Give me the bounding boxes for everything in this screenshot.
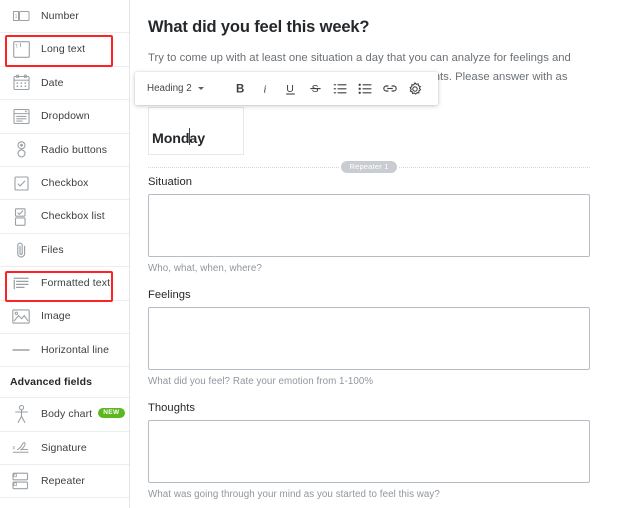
- checkbox-field-icon: [10, 172, 32, 194]
- sidebar-item-label: Checkbox list: [41, 210, 105, 223]
- svg-text:T: T: [15, 44, 18, 49]
- sidebar-item-body-chart[interactable]: Body chart NEW: [0, 398, 129, 432]
- svg-text:B: B: [236, 84, 244, 96]
- settings-gear-icon[interactable]: [403, 76, 428, 101]
- repeater-field-icon: [10, 470, 32, 492]
- date-field-icon: [10, 72, 32, 94]
- question-help-text: What was going through your mind as you …: [148, 489, 440, 500]
- sidebar-item-label: Number: [41, 9, 79, 22]
- svg-text:x: x: [12, 446, 15, 452]
- link-button[interactable]: [378, 76, 403, 101]
- sidebar-item-horizontal-line[interactable]: Horizontal line: [0, 333, 129, 368]
- svg-text:1: 1: [14, 14, 17, 20]
- sidebar-item-label: Dropdown: [41, 110, 90, 123]
- sidebar-item-radio-buttons[interactable]: Radio buttons: [0, 133, 129, 167]
- image-field-icon: [10, 306, 32, 328]
- advanced-fields-header: Advanced fields: [0, 367, 129, 399]
- thoughts-input[interactable]: [148, 420, 590, 483]
- sidebar-item-label: Horizontal line: [41, 343, 110, 356]
- sidebar-item-label: Image: [41, 310, 71, 323]
- sidebar-item-checkbox-list[interactable]: Checkbox list: [0, 200, 129, 234]
- sidebar-item-label: Files: [41, 243, 64, 256]
- question-block-feelings: Feelings What did you feel? Rate your em…: [148, 289, 590, 387]
- bold-button[interactable]: B: [228, 76, 253, 101]
- italic-button[interactable]: i: [253, 76, 278, 101]
- form-builder-screen: 1 Number T Long text Date Dropdown Radio…: [0, 0, 624, 508]
- field-types-sidebar: 1 Number T Long text Date Dropdown Radio…: [0, 0, 130, 508]
- chevron-down-icon: [197, 87, 204, 90]
- sidebar-item-long-text[interactable]: T Long text: [0, 33, 129, 67]
- radio-buttons-field-icon: [10, 139, 32, 161]
- sidebar-item-label: Radio buttons: [41, 143, 108, 156]
- repeater-line-left: [148, 166, 340, 168]
- question-label: Thoughts: [148, 402, 196, 414]
- sidebar-item-label: Repeater: [41, 475, 85, 488]
- advanced-fields-header-label: Advanced fields: [10, 376, 93, 389]
- svg-text:U: U: [286, 83, 294, 95]
- sidebar-item-label: Signature: [41, 441, 87, 454]
- sidebar-item-signature[interactable]: x Signature: [0, 431, 129, 466]
- repeater-line-right: [398, 166, 591, 168]
- sidebar-item-date[interactable]: Date: [0, 66, 129, 101]
- sidebar-item-image[interactable]: Image: [0, 300, 129, 334]
- rich-text-toolbar[interactable]: Heading 2 B i U S: [135, 72, 438, 105]
- sidebar-item-label: Long text: [41, 43, 86, 56]
- feelings-input[interactable]: [148, 307, 590, 370]
- svg-text:i: i: [263, 84, 266, 96]
- sidebar-item-label: Date: [41, 76, 64, 89]
- body-chart-field-icon: [10, 403, 32, 425]
- paperclip-icon: [10, 239, 32, 261]
- sidebar-item-formatted-text[interactable]: Formatted text: [0, 267, 129, 301]
- sidebar-item-number[interactable]: 1 Number: [0, 0, 129, 34]
- strikethrough-button[interactable]: S: [303, 76, 328, 101]
- question-help-text: Who, what, when, where?: [148, 263, 262, 274]
- sidebar-item-label: Formatted text: [41, 277, 111, 290]
- situation-input[interactable]: [148, 194, 590, 257]
- horizontal-line-field-icon: [10, 339, 32, 361]
- repeater-separator: Repeater 1: [148, 160, 591, 174]
- new-badge: NEW: [98, 408, 125, 419]
- checkbox-list-field-icon: [10, 206, 32, 228]
- question-label: Feelings: [148, 289, 191, 301]
- heading-text-field[interactable]: Monday: [148, 107, 244, 155]
- dropdown-field-icon: [10, 105, 32, 127]
- question-list: Situation Who, what, when, where? Feelin…: [148, 176, 590, 508]
- repeater-badge: Repeater 1: [341, 160, 397, 174]
- long-text-field-icon: T: [10, 39, 32, 61]
- question-block-situation: Situation Who, what, when, where?: [148, 176, 590, 274]
- sidebar-item-checkbox[interactable]: Checkbox: [0, 166, 129, 201]
- form-preview-panel: What did you feel this week? Try to come…: [130, 0, 624, 508]
- numbered-list-button[interactable]: [328, 76, 353, 101]
- formatted-text-field-icon: [10, 272, 32, 294]
- sidebar-item-label: Checkbox: [41, 176, 89, 189]
- heading-style-label: Heading 2: [147, 83, 192, 94]
- underline-button[interactable]: U: [278, 76, 303, 101]
- text-cursor: [189, 128, 190, 145]
- number-field-icon: 1: [10, 5, 32, 27]
- question-block-thoughts: Thoughts What was going through your min…: [148, 402, 590, 500]
- heading-field-value: Monday: [152, 128, 205, 147]
- page-title: What did you feel this week?: [148, 18, 370, 36]
- sidebar-item-repeater[interactable]: Repeater: [0, 465, 129, 499]
- sidebar-item-dropdown[interactable]: Dropdown: [0, 100, 129, 134]
- sidebar-item-label: Body chart: [41, 408, 93, 421]
- signature-field-icon: x: [10, 437, 32, 459]
- sidebar-item-files[interactable]: Files: [0, 233, 129, 268]
- heading-field-text: Monday: [152, 131, 205, 147]
- bulleted-list-button[interactable]: [353, 76, 378, 101]
- question-help-text: What did you feel? Rate your emotion fro…: [148, 376, 374, 387]
- question-label: Situation: [148, 176, 192, 188]
- heading-style-dropdown[interactable]: Heading 2: [147, 83, 204, 94]
